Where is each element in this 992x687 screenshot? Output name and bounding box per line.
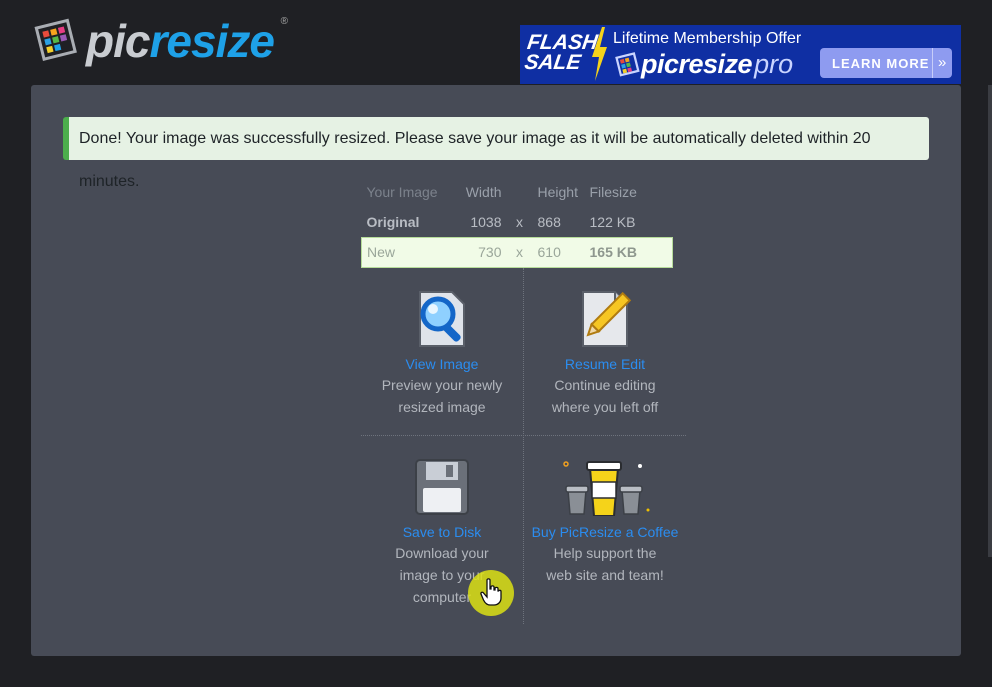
- buy-coffee-link[interactable]: Buy PicResize a Coffee: [524, 522, 686, 542]
- flash-sale-banner[interactable]: FLASH SALE Lifetime Membership Offer pic…: [520, 25, 961, 84]
- hand-pointer-icon: [480, 578, 502, 606]
- page-scrollbar[interactable]: [988, 85, 992, 557]
- action-view-image: View Image Preview your newly resized im…: [361, 290, 523, 418]
- magnifier-icon[interactable]: [414, 290, 470, 348]
- save-to-disk-link[interactable]: Save to Disk: [361, 522, 523, 542]
- banner-offer-text: Lifetime Membership Offer: [613, 30, 802, 47]
- row-x: x: [511, 236, 528, 268]
- image-size-table: Your Image Width Height Filesize Origina…: [361, 177, 673, 268]
- sale-text: SALE: [523, 51, 583, 74]
- table-row-new: New 730 x 610 165 KB: [361, 236, 673, 268]
- header-height: Height: [537, 184, 578, 200]
- banner-brand-text: picresize: [641, 49, 753, 79]
- action-resume-edit: Resume Edit Continue editing where you l…: [524, 290, 686, 418]
- row-label: Original: [366, 213, 420, 230]
- learn-more-button[interactable]: LEARN MORE »: [820, 48, 952, 78]
- header-spacer: [512, 177, 528, 207]
- registered-mark: ®: [280, 16, 288, 27]
- view-image-link[interactable]: View Image: [361, 354, 523, 374]
- resume-edit-link[interactable]: Resume Edit: [524, 354, 686, 374]
- pencil-document-icon[interactable]: [577, 290, 633, 348]
- row-x: x: [516, 213, 523, 230]
- resume-edit-description: Continue editing where you left off: [551, 377, 659, 415]
- banner-brand: picresize pro: [613, 49, 793, 80]
- success-alert: Done! Your image was successfully resize…: [63, 117, 929, 190]
- floppy-disk-icon[interactable]: [414, 458, 470, 516]
- table-row-original: Original 1038 x 868 122 KB: [362, 207, 673, 237]
- row-filesize: 165 KB: [583, 236, 673, 268]
- row-width: 730: [461, 236, 512, 268]
- double-chevron-right-icon: »: [932, 48, 946, 78]
- header-your-image: Your Image: [366, 184, 438, 200]
- row-height: 610: [527, 236, 584, 268]
- site-logo[interactable]: picresize ®: [30, 14, 290, 68]
- grid-divider-horizontal: [361, 435, 686, 436]
- row-label: New: [361, 236, 462, 268]
- row-width: 1038: [470, 213, 502, 230]
- logo-text-pic: pic: [86, 15, 150, 67]
- action-buy-coffee: Buy PicResize a Coffee Help support the …: [524, 458, 686, 586]
- header-width: Width: [465, 184, 502, 200]
- lightning-bolt-icon: [592, 27, 607, 81]
- view-image-description: Preview your newly resized image: [381, 377, 503, 415]
- logo-text-resize: resize: [149, 15, 274, 67]
- flash-text: FLASH: [525, 31, 600, 54]
- learn-more-label: LEARN MORE: [832, 55, 930, 71]
- logo-wordmark: picresize: [86, 15, 275, 67]
- banner-brand-pro: pro: [754, 49, 794, 79]
- header-filesize: Filesize: [589, 184, 637, 200]
- photo-grid-logo-icon: [615, 51, 640, 77]
- table-header-row: Your Image Width Height Filesize: [362, 177, 673, 207]
- row-filesize: 122 KB: [589, 213, 636, 230]
- flash-sale-label: FLASH SALE: [523, 31, 600, 74]
- action-grid: View Image Preview your newly resized im…: [361, 268, 686, 624]
- photo-grid-logo-icon: [34, 18, 77, 62]
- coffee-cups-icon[interactable]: [560, 458, 650, 516]
- row-height: 868: [537, 213, 561, 230]
- buy-coffee-description: Help support the web site and team!: [546, 545, 664, 583]
